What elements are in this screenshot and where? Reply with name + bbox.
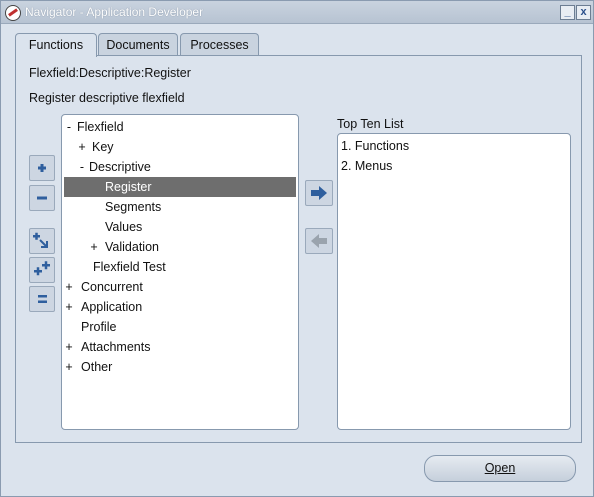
- tree-item-label: Concurrent: [81, 280, 143, 294]
- collapse-button[interactable]: [29, 185, 55, 211]
- tree-item-flexfield[interactable]: - Flexfield: [64, 117, 296, 137]
- tree-item-label: Validation: [105, 240, 159, 254]
- tree-expander[interactable]: -: [64, 117, 74, 137]
- expand-button[interactable]: [29, 155, 55, 181]
- open-button-label: Open: [484, 461, 516, 475]
- arrow-left-icon: [311, 234, 327, 248]
- top-ten-list[interactable]: 1. Functions 2. Menus: [337, 133, 571, 430]
- expand-all-icon: [34, 261, 50, 276]
- top-ten-item-functions[interactable]: 1. Functions: [341, 136, 409, 156]
- tree-item-label: Segments: [105, 200, 162, 214]
- tree-item-key[interactable]: + Key: [64, 137, 296, 157]
- tree-item-label: Profile: [81, 320, 117, 334]
- tree-item-application[interactable]: + Application: [64, 297, 296, 317]
- remove-from-top-ten-button[interactable]: [305, 228, 333, 254]
- tree-expander[interactable]: +: [89, 237, 99, 257]
- tree-item-segments[interactable]: Segments: [64, 197, 296, 217]
- tree-expander[interactable]: +: [64, 337, 74, 357]
- function-description: Register descriptive flexfield: [29, 91, 185, 105]
- arrow-right-icon: [311, 186, 327, 200]
- tab-processes[interactable]: Processes: [180, 33, 259, 56]
- expand-branch-button[interactable]: [29, 228, 55, 254]
- oracle-logo-icon: [5, 5, 21, 21]
- tree-expander[interactable]: +: [64, 297, 74, 317]
- close-button[interactable]: x: [576, 5, 591, 20]
- tree-item-other[interactable]: + Other: [64, 357, 296, 377]
- title-bar[interactable]: Navigator - Application Developer _ x: [1, 1, 593, 24]
- tree-expander[interactable]: +: [64, 277, 74, 297]
- tree-item-descriptive[interactable]: - Descriptive: [64, 157, 296, 177]
- collapse-all-button[interactable]: [29, 286, 55, 312]
- expand-all-button[interactable]: [29, 257, 55, 283]
- plus-icon: [38, 164, 46, 172]
- tree-item-register[interactable]: Register: [64, 177, 296, 197]
- tree-item-label: Other: [81, 360, 113, 374]
- minus-icon: [37, 196, 47, 200]
- tree-item-profile[interactable]: Profile: [64, 317, 296, 337]
- tree-item-label: Flexfield Test: [93, 260, 166, 274]
- tree-item-flexfield-test[interactable]: Flexfield Test: [64, 257, 296, 277]
- function-path: Flexfield:Descriptive:Register: [29, 66, 191, 80]
- open-button[interactable]: Open: [424, 455, 576, 482]
- tree-item-label: Key: [92, 140, 114, 154]
- tree-expander[interactable]: +: [77, 137, 87, 157]
- tree-item-concurrent[interactable]: + Concurrent: [64, 277, 296, 297]
- tree-item-label: Values: [105, 220, 143, 234]
- tab-documents[interactable]: Documents: [98, 33, 178, 56]
- tree-expander[interactable]: -: [77, 157, 87, 177]
- tree-item-attachments[interactable]: + Attachments: [64, 337, 296, 357]
- function-tree[interactable]: - Flexfield + Key - Descriptive Register…: [61, 114, 299, 430]
- tree-item-values[interactable]: Values: [64, 217, 296, 237]
- tree-item-label: Flexfield: [77, 120, 124, 134]
- add-to-top-ten-button[interactable]: [305, 180, 333, 206]
- tree-item-label: Application: [81, 300, 143, 314]
- tab-functions[interactable]: Functions: [15, 33, 97, 57]
- tree-item-label: Attachments: [81, 340, 151, 354]
- window-title: Navigator - Application Developer: [25, 5, 204, 19]
- collapse-all-icon: [38, 295, 47, 303]
- tree-item-label: Descriptive: [89, 160, 151, 174]
- tree-expander[interactable]: +: [64, 357, 74, 377]
- top-ten-label: Top Ten List: [337, 117, 404, 131]
- tree-item-label: Register: [105, 180, 152, 194]
- expand-branch-icon: [33, 232, 48, 248]
- minimize-button[interactable]: _: [560, 5, 575, 20]
- tree-item-validation[interactable]: + Validation: [64, 237, 296, 257]
- top-ten-item-menus[interactable]: 2. Menus: [341, 156, 392, 176]
